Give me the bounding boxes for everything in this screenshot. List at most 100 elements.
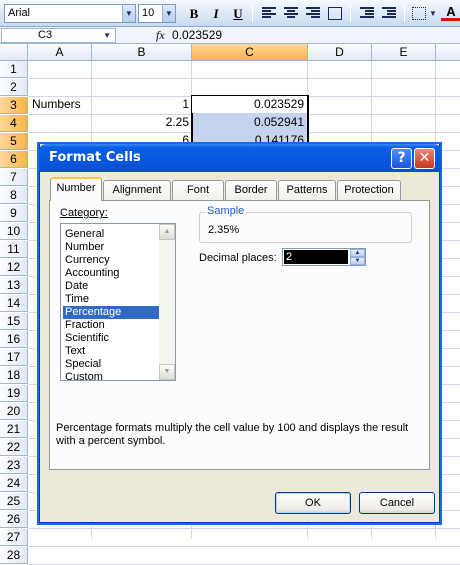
row-header[interactable]: 26 <box>0 511 28 528</box>
row-header[interactable]: 17 <box>0 349 28 366</box>
row-header[interactable]: 19 <box>0 385 28 402</box>
row-header[interactable]: 14 <box>0 295 28 312</box>
borders-icon[interactable] <box>412 7 426 20</box>
category-item[interactable]: General <box>63 228 159 241</box>
row-header[interactable]: 7 <box>0 169 28 186</box>
chevron-down-icon[interactable]: ▼ <box>103 29 111 42</box>
dialog-titlebar[interactable]: Format Cells ? ✕ <box>39 144 441 172</box>
category-scrollbar[interactable]: ▲ ▼ <box>159 224 175 380</box>
row-header[interactable]: 3 <box>0 97 28 114</box>
font-name-combo[interactable]: Arial ▼ <box>4 4 136 23</box>
tab-border[interactable]: Border <box>225 180 277 200</box>
formula-bar: C3 ▼ fx 0.023529 <box>0 27 460 44</box>
spin-up-icon[interactable]: ▲ <box>350 249 365 257</box>
column-header-f[interactable] <box>436 44 460 61</box>
decimal-places-spinner[interactable]: 2 ▲ ▼ <box>282 248 366 266</box>
row-header[interactable]: 13 <box>0 277 28 294</box>
toolbar-separator <box>252 5 253 22</box>
merge-center-icon[interactable] <box>328 7 342 20</box>
row-header[interactable]: 22 <box>0 439 28 456</box>
row-header[interactable]: 23 <box>0 457 28 474</box>
chevron-down-icon[interactable]: ▼ <box>122 5 135 22</box>
row-header[interactable]: 10 <box>0 223 28 240</box>
cell-b4[interactable]: 2.25 <box>92 114 192 131</box>
align-center-icon[interactable] <box>284 7 298 19</box>
chevron-down-icon[interactable]: ▼ <box>428 4 438 23</box>
column-header-e[interactable]: E <box>372 44 436 61</box>
close-button[interactable]: ✕ <box>414 148 435 169</box>
category-item[interactable]: Time <box>63 293 159 306</box>
column-header-c[interactable]: C <box>192 44 308 61</box>
name-box[interactable]: C3 ▼ <box>1 28 116 43</box>
format-cells-dialog: Format Cells ? ✕ Number Alignment Font B… <box>39 144 441 523</box>
category-item[interactable]: Accounting <box>63 267 159 280</box>
help-button[interactable]: ? <box>391 148 412 169</box>
category-item[interactable]: Custom <box>63 371 159 384</box>
row-header[interactable]: 5 <box>0 133 28 150</box>
category-item[interactable]: Text <box>63 345 159 358</box>
decimal-places-value[interactable]: 2 <box>284 250 348 264</box>
chevron-down-icon[interactable]: ▼ <box>162 5 175 22</box>
column-header-a[interactable]: A <box>28 44 92 61</box>
font-name-value: Arial <box>8 7 31 19</box>
align-right-icon[interactable] <box>306 7 320 19</box>
gridline-horizontal <box>28 528 460 529</box>
scroll-down-icon[interactable]: ▼ <box>159 364 175 380</box>
row-header[interactable]: 15 <box>0 313 28 330</box>
row-header[interactable]: 6 <box>0 151 28 168</box>
cancel-button[interactable]: Cancel <box>359 492 435 514</box>
scroll-up-icon[interactable]: ▲ <box>159 224 175 240</box>
category-item[interactable]: Scientific <box>63 332 159 345</box>
row-header[interactable]: 27 <box>0 529 28 546</box>
cell-c4[interactable]: 0.052941 <box>192 114 307 131</box>
ok-button[interactable]: OK <box>275 492 351 514</box>
row-header[interactable]: 16 <box>0 331 28 348</box>
select-all-corner[interactable] <box>0 44 28 61</box>
tab-number[interactable]: Number <box>50 177 102 201</box>
row-header[interactable]: 21 <box>0 421 28 438</box>
row-header[interactable]: 28 <box>0 547 28 564</box>
align-left-icon[interactable] <box>262 7 276 19</box>
category-item[interactable]: Number <box>63 241 159 254</box>
font-color-button[interactable]: A <box>441 4 460 21</box>
row-header[interactable]: 24 <box>0 475 28 492</box>
row-header[interactable]: 12 <box>0 259 28 276</box>
category-item[interactable]: Fraction <box>63 319 159 332</box>
category-item[interactable]: Currency <box>63 254 159 267</box>
category-item[interactable]: Date <box>63 280 159 293</box>
row-header[interactable]: 25 <box>0 493 28 510</box>
insert-function-icon[interactable]: fx <box>156 28 165 43</box>
cell-c3[interactable]: 0.023529 <box>192 96 307 113</box>
increase-indent-icon[interactable] <box>382 7 396 19</box>
category-list[interactable]: General Number Currency Accounting Date Time P… <box>60 223 176 384</box>
sample-label: Sample <box>205 205 247 217</box>
tab-alignment[interactable]: Alignment <box>103 180 171 200</box>
italic-button[interactable]: I <box>206 4 226 23</box>
formula-input[interactable]: 0.023529 <box>172 28 222 42</box>
bold-button[interactable]: B <box>184 4 204 23</box>
decrease-indent-icon[interactable] <box>360 7 374 19</box>
cell-a3[interactable]: Numbers <box>29 96 92 113</box>
spin-down-icon[interactable]: ▼ <box>350 257 365 265</box>
row-header[interactable]: 4 <box>0 115 28 132</box>
row-header[interactable]: 8 <box>0 187 28 204</box>
row-header[interactable]: 9 <box>0 205 28 222</box>
category-label: Category: <box>60 207 108 219</box>
underline-button[interactable]: U <box>228 4 248 23</box>
font-size-value: 10 <box>142 7 155 19</box>
tab-patterns[interactable]: Patterns <box>278 180 336 200</box>
row-header[interactable]: 11 <box>0 241 28 258</box>
row-header[interactable]: 1 <box>0 61 28 78</box>
tab-font[interactable]: Font <box>172 180 224 200</box>
row-header[interactable]: 20 <box>0 403 28 420</box>
category-item[interactable]: Percentage <box>63 306 159 319</box>
row-header[interactable]: 18 <box>0 367 28 384</box>
column-header-d[interactable]: D <box>308 44 372 61</box>
dialog-title: Format Cells <box>49 150 141 165</box>
cell-b3[interactable]: 1 <box>92 96 192 113</box>
tab-protection[interactable]: Protection <box>337 180 401 200</box>
row-header[interactable]: 2 <box>0 79 28 96</box>
font-size-combo[interactable]: 10 ▼ <box>138 4 176 23</box>
category-item[interactable]: Special <box>63 358 159 371</box>
column-header-b[interactable]: B <box>92 44 192 61</box>
